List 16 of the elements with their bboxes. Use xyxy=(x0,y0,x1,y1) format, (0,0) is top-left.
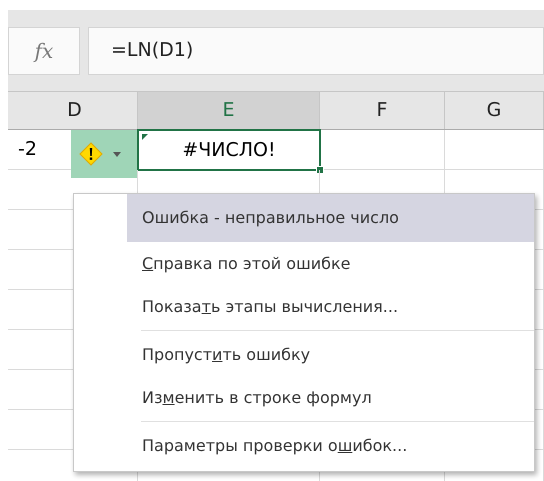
column-header[interactable]: F xyxy=(320,92,445,129)
menu-item[interactable]: Параметры проверки ошибок... xyxy=(127,424,534,467)
menu-header: Ошибка - неправильное число xyxy=(127,194,534,242)
warning-icon xyxy=(79,142,103,166)
column-header[interactable]: G xyxy=(445,92,544,129)
fill-handle[interactable] xyxy=(316,166,324,174)
formula-field[interactable]: =LN(D1) xyxy=(88,26,544,74)
menu-item[interactable]: Показать этапы вычисления... xyxy=(127,285,534,328)
cell[interactable]: -2 xyxy=(18,130,37,169)
menu-item[interactable]: Пропустить ошибку xyxy=(127,333,534,376)
cell[interactable]: #ЧИСЛО! xyxy=(137,129,321,171)
menu-item[interactable]: Справка по этой ошибке xyxy=(127,242,534,285)
menu-item[interactable]: Изменить в строке формул xyxy=(127,376,534,419)
caret-icon xyxy=(113,152,121,156)
column-header[interactable]: E xyxy=(138,92,320,129)
function-button[interactable]: fx xyxy=(8,26,80,74)
